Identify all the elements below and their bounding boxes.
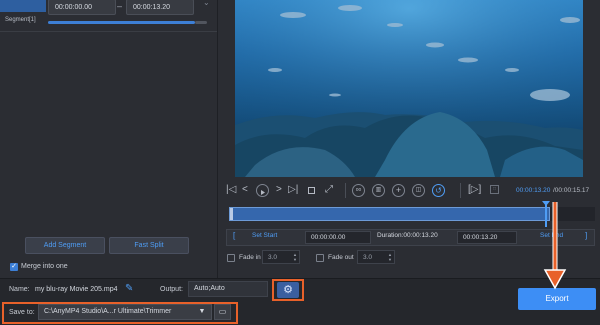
stepper-arrows-icon[interactable]: ▲ ▼ — [388, 252, 392, 262]
next-frame-icon[interactable]: > — [276, 184, 282, 196]
divider — [345, 183, 346, 198]
save-to-label: Save to: — [9, 309, 35, 316]
file-name: my blu-ray Movie 205.mp4 — [35, 286, 118, 293]
fade-in-value: 3.0 — [268, 254, 278, 261]
output-format-field[interactable]: Auto;Auto — [188, 281, 268, 297]
fade-out-label: Fade out — [328, 254, 354, 261]
divider — [460, 183, 461, 198]
output-label: Output: — [160, 286, 183, 293]
merge-label: Merge into one — [21, 263, 68, 270]
segment-thumbnail — [0, 0, 46, 12]
crop-icon[interactable]: ◫ — [412, 184, 425, 197]
add-segment-button[interactable]: Add Segment — [25, 237, 105, 254]
panel-divider — [217, 0, 218, 278]
fade-in-stepper[interactable]: 3.0 ▲ ▼ — [262, 250, 300, 264]
fade-out-stepper[interactable]: 3.0 ▲ ▼ — [357, 250, 395, 264]
prev-frame-icon[interactable]: < — [242, 184, 248, 196]
folder-icon[interactable]: ▭ — [214, 304, 231, 320]
duration-label: Duration:00:00:13.20 — [377, 232, 438, 239]
gear-icon[interactable]: ⚙ — [277, 282, 299, 298]
rotate-icon[interactable]: ↺ — [432, 184, 445, 197]
divider — [0, 31, 217, 32]
segment-label: Segment[1] — [5, 17, 36, 23]
merge-checkbox[interactable]: ✓ — [10, 263, 18, 271]
dropdown-icon[interactable]: ▼ — [192, 304, 212, 320]
range-start-field[interactable]: 00:00:00.00 — [305, 231, 371, 244]
loop-icon[interactable]: ⤢ — [325, 184, 333, 196]
ratio-icon[interactable]: □ — [490, 185, 499, 194]
fast-split-button[interactable]: Fast Split — [109, 237, 189, 254]
add-icon[interactable]: + — [392, 184, 405, 197]
underwater-scene — [235, 0, 583, 177]
segment-progress-bar[interactable] — [48, 21, 195, 24]
time-separator: – — [117, 1, 123, 11]
split-icon[interactable]: ▥ — [372, 184, 385, 197]
copy-icon[interactable]: oo — [352, 184, 365, 197]
fade-out-value: 3.0 — [363, 254, 373, 261]
save-path-field[interactable]: C:\AnyMP4 Studio\A...r Ultimate\Trimmer — [38, 304, 212, 320]
timeline-selection[interactable] — [229, 207, 550, 221]
pencil-icon[interactable]: ✎ — [125, 283, 133, 294]
timeline-handle-left[interactable] — [230, 208, 233, 220]
current-time: 00:00:13.20 — [516, 187, 551, 194]
fade-out-checkbox[interactable] — [316, 254, 324, 262]
segment-start-time[interactable]: 00:00:00.00 — [48, 0, 116, 15]
annotation-arrow — [543, 202, 567, 290]
bracket-right-icon: ] — [585, 231, 588, 240]
name-label: Name: — [9, 286, 30, 293]
stop-icon[interactable] — [308, 187, 315, 194]
video-preview[interactable] — [235, 0, 583, 177]
segment-progress-track — [195, 21, 207, 24]
range-end-field[interactable]: 00:00:13.20 — [457, 231, 517, 244]
play-icon[interactable] — [256, 184, 269, 197]
total-time: /00:00:15.17 — [553, 187, 590, 194]
bracket-left-icon: [ — [233, 231, 236, 240]
fade-in-checkbox[interactable] — [227, 254, 235, 262]
segment-end-time[interactable]: 00:00:13.20 — [126, 0, 194, 15]
set-start-button[interactable]: Set Start — [252, 232, 277, 239]
preview-icon[interactable]: [▷] — [468, 184, 481, 196]
skip-end-icon[interactable]: ▷| — [288, 184, 298, 196]
fade-in-label: Fade in — [239, 254, 261, 261]
stepper-arrows-icon[interactable]: ▲ ▼ — [293, 252, 297, 262]
skip-start-icon[interactable]: |◁ — [226, 184, 236, 196]
chevron-down-icon[interactable]: ⌄ — [203, 0, 210, 7]
